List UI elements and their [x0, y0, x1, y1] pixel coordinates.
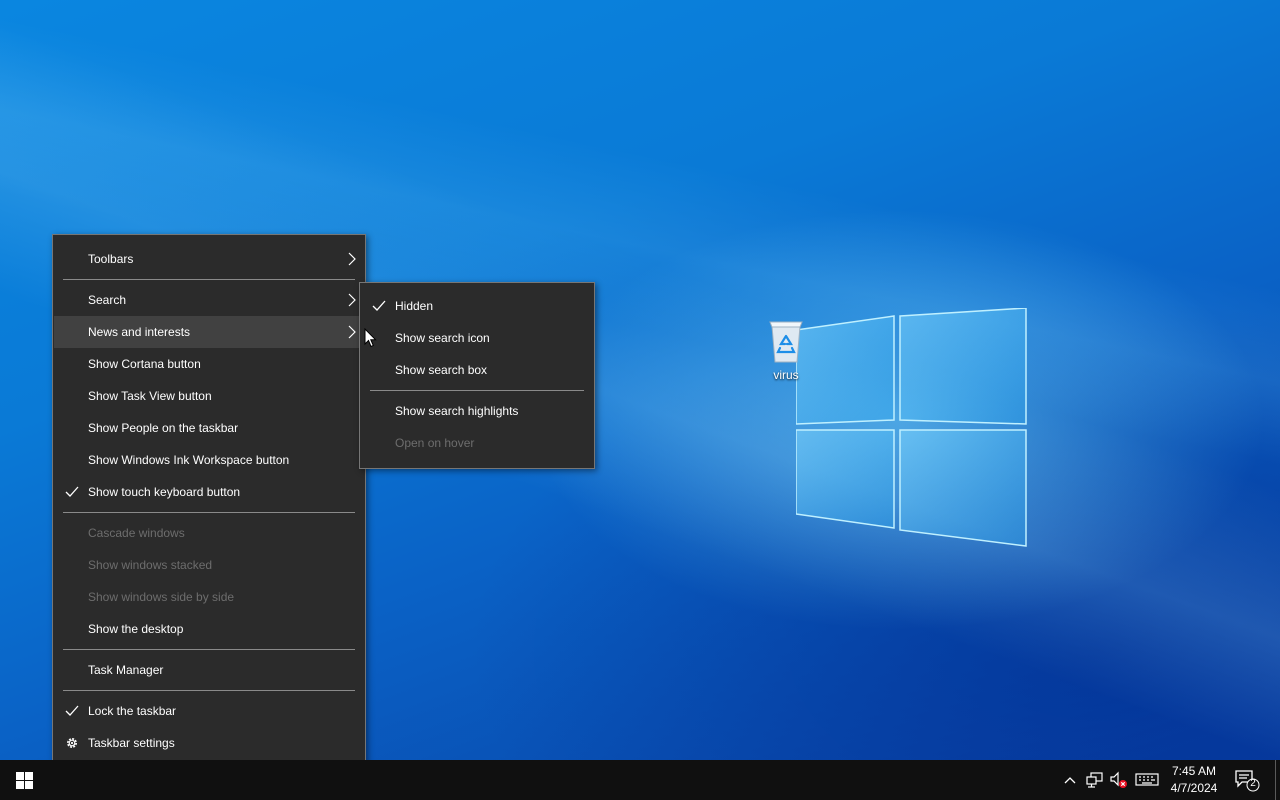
- menu-item-task-manager[interactable]: Task Manager: [54, 654, 364, 686]
- menu-item-label: Show search highlights: [395, 404, 519, 418]
- menu-item-cascade-windows: Cascade windows: [54, 517, 364, 549]
- submenu-item-hidden[interactable]: Hidden: [361, 290, 593, 322]
- windows-logo-wallpaper: [796, 308, 1027, 547]
- menu-item-label: Hidden: [395, 299, 434, 313]
- submenu-item-show-search-box[interactable]: Show search box: [361, 354, 593, 386]
- menu-item-label: Show the desktop: [88, 622, 184, 636]
- menu-item-show-task-view-button[interactable]: Show Task View button: [54, 380, 364, 412]
- menu-separator: [63, 512, 355, 513]
- submenu-item-show-search-icon[interactable]: Show search icon: [361, 322, 593, 354]
- menu-item-label: Open on hover: [395, 436, 475, 450]
- menu-item-show-windows-ink[interactable]: Show Windows Ink Workspace button: [54, 444, 364, 476]
- submenu-item-show-search-highlights[interactable]: Show search highlights: [361, 395, 593, 427]
- menu-item-show-touch-keyboard[interactable]: Show touch keyboard button: [54, 476, 364, 508]
- menu-item-label: Show Cortana button: [88, 357, 201, 371]
- menu-separator: [370, 390, 584, 391]
- chevron-right-icon: [348, 293, 356, 307]
- menu-item-label: Show Windows Ink Workspace button: [88, 453, 290, 467]
- menu-item-label: Show windows stacked: [88, 558, 213, 572]
- menu-item-label: Show touch keyboard button: [88, 485, 241, 499]
- menu-item-label: Task Manager: [88, 663, 164, 677]
- volume-muted-icon[interactable]: [1110, 770, 1128, 790]
- mouse-cursor-icon: [364, 328, 377, 348]
- desktop-icon-label: virus: [773, 368, 799, 382]
- submenu-item-open-on-hover: Open on hover: [361, 427, 593, 459]
- clock-time: 7:45 AM: [1171, 764, 1217, 778]
- clock-date: 4/7/2024: [1170, 781, 1218, 795]
- gear-icon: [67, 738, 77, 748]
- menu-item-label: Show Task View button: [88, 389, 212, 403]
- menu-item-label: Show search icon: [395, 331, 490, 345]
- menu-separator: [63, 279, 355, 280]
- taskbar-context-menu: Toolbars Search News and interests Show …: [52, 234, 366, 769]
- chevron-right-icon: [348, 325, 356, 339]
- menu-item-show-windows-side-by-side: Show windows side by side: [54, 581, 364, 613]
- start-button[interactable]: [0, 760, 48, 800]
- news-and-interests-submenu: Hidden Show search icon Show search box …: [359, 282, 595, 469]
- menu-item-search[interactable]: Search: [54, 284, 364, 316]
- menu-item-label: Search: [88, 293, 127, 307]
- menu-item-taskbar-settings[interactable]: Taskbar settings: [54, 727, 364, 759]
- menu-item-label: News and interests: [88, 325, 191, 339]
- action-center-button[interactable]: 2: [1234, 768, 1260, 792]
- menu-item-show-windows-stacked: Show windows stacked: [54, 549, 364, 581]
- menu-separator: [63, 690, 355, 691]
- menu-item-label: Taskbar settings: [88, 736, 175, 750]
- notification-count-badge: 2: [1250, 778, 1256, 789]
- checkmark-icon: [65, 705, 79, 716]
- menu-item-label: Show windows side by side: [88, 590, 235, 604]
- taskbar[interactable]: 7:45 AM 4/7/2024 2: [0, 760, 1280, 800]
- keyboard-icon[interactable]: [1135, 770, 1159, 790]
- menu-item-label: Cascade windows: [88, 526, 185, 540]
- menu-item-lock-the-taskbar[interactable]: Lock the taskbar: [54, 695, 364, 727]
- menu-item-news-and-interests[interactable]: News and interests: [54, 316, 364, 348]
- checkmark-icon: [65, 486, 79, 497]
- menu-item-toolbars[interactable]: Toolbars: [54, 243, 364, 275]
- menu-item-label: Lock the taskbar: [88, 704, 177, 718]
- menu-item-label: Toolbars: [88, 252, 134, 266]
- menu-item-show-people[interactable]: Show People on the taskbar: [54, 412, 364, 444]
- chevron-up-icon[interactable]: [1063, 770, 1077, 790]
- show-desktop-button[interactable]: [1275, 760, 1276, 800]
- desktop-icon-recycle-bin[interactable]: virus: [760, 318, 812, 382]
- menu-item-show-the-desktop[interactable]: Show the desktop: [54, 613, 364, 645]
- menu-separator: [63, 649, 355, 650]
- network-icon[interactable]: [1086, 770, 1104, 790]
- chevron-right-icon: [348, 252, 356, 266]
- recycle-bin-icon: [766, 318, 806, 366]
- menu-item-label: Show search box: [395, 363, 488, 377]
- checkmark-icon: [372, 300, 386, 311]
- menu-item-show-cortana-button[interactable]: Show Cortana button: [54, 348, 364, 380]
- windows-start-icon: [15, 771, 33, 789]
- taskbar-clock[interactable]: 7:45 AM 4/7/2024: [1162, 763, 1226, 797]
- menu-item-label: Show People on the taskbar: [88, 421, 239, 435]
